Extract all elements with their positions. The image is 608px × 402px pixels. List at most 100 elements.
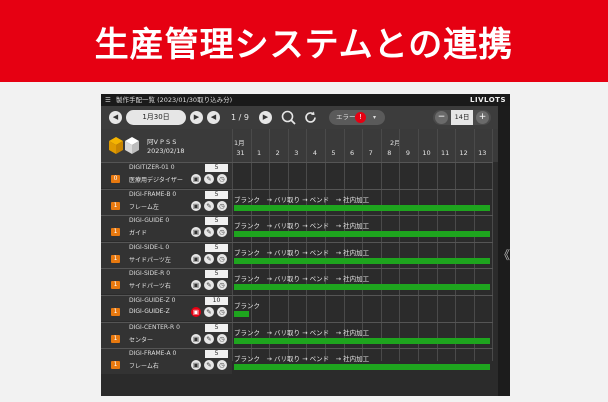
quantity-field[interactable]: 5 — [205, 243, 228, 252]
table-row[interactable]: DIGI-GUIDE-Z 0 1 DIGI-GUIDE-Z 10 ▣ ✎ ◷ ブランク — [101, 295, 498, 321]
folder-icon[interactable]: ▣ — [191, 280, 201, 291]
alarm-clock-icon[interactable]: ◷ — [217, 200, 227, 211]
date-picker[interactable]: 1月30日 — [126, 110, 186, 125]
toolbar: ◀ 1月30日 ▶ ◀ 1 / 9 ▶ エラー ! ▾ − 14日 + — [101, 106, 498, 129]
quantity-field[interactable]: 10 — [205, 297, 228, 305]
part-code: DIGI-CENTER-R 0 — [129, 323, 180, 331]
alarm-clock-icon[interactable]: ◷ — [217, 333, 227, 344]
page-banner-title: 生産管理システムとの連携 — [0, 0, 608, 82]
wrench-icon[interactable]: ✎ — [204, 360, 214, 371]
side-panel-toggle[interactable]: 《 — [498, 106, 510, 396]
process-flow: ブランク → バリ取り → ベンド → 社内加工 — [234, 222, 370, 231]
day-header: 7 — [368, 149, 373, 157]
window-title: 製作手配一覧 (2023/01/30取り込み分) — [116, 96, 233, 104]
row-info: DIGI-CENTER-R 0 1 センター 5 ▣ ✎ ◷ — [101, 321, 232, 348]
part-code: DIGI-GUIDE 0 — [129, 217, 170, 225]
prev-page-button[interactable]: ◀ — [207, 111, 220, 124]
progress-bar[interactable] — [234, 364, 491, 371]
row-timeline: ブランク → バリ取り → ベンド → 社内加工 — [232, 215, 493, 241]
quantity-field[interactable]: 5 — [205, 164, 228, 172]
progress-bar[interactable] — [234, 257, 491, 264]
folder-icon[interactable]: ▣ — [191, 253, 201, 264]
part-name: サイドパーツ右 — [129, 283, 171, 291]
day-header: 13 — [478, 149, 487, 157]
row-timeline: ブランク → バリ取り → ベンド → 社内加工 — [232, 321, 493, 348]
progress-bar[interactable] — [234, 204, 491, 211]
folder-icon[interactable]: ▣ — [191, 307, 201, 317]
row-timeline: ブランク → バリ取り → ベンド → 社内加工 — [232, 348, 493, 374]
alarm-clock-icon[interactable]: ◷ — [217, 280, 227, 291]
folder-icon[interactable]: ▣ — [191, 200, 201, 211]
error-filter[interactable]: エラー ! ▾ — [329, 110, 385, 125]
wrench-icon[interactable]: ✎ — [204, 227, 214, 238]
table-row[interactable]: DIGITIZER-01 0 0 医療用デジタイザー 5 ▣ ✎ ◷ — [101, 162, 498, 188]
wrench-icon[interactable]: ✎ — [204, 174, 214, 184]
search-icon[interactable] — [281, 110, 296, 125]
alarm-clock-icon[interactable]: ◷ — [217, 174, 227, 184]
alarm-clock-icon[interactable]: ◷ — [217, 307, 227, 317]
part-code: DIGI-FRAME-B 0 — [129, 190, 177, 198]
quantity-field[interactable]: 5 — [205, 323, 228, 332]
row-info: DIGI-GUIDE-Z 0 1 DIGI-GUIDE-Z 10 ▣ ✎ ◷ — [101, 295, 232, 321]
part-name: フレーム左 — [129, 203, 159, 211]
row-info: DIGITIZER-01 0 0 医療用デジタイザー 5 ▣ ✎ ◷ — [101, 162, 232, 188]
process-flow: ブランク → バリ取り → ベンド → 社内加工 — [234, 248, 370, 257]
table-row[interactable]: DIGI-SIDE-L 0 1 サイドパーツ左 5 ▣ ✎ ◷ ブランク → バリ取り → ベ… — [101, 241, 498, 268]
table-row[interactable]: DIGI-GUIDE 0 1 ガイド 5 ▣ ✎ ◷ ブランク → バリ取り → ベンド → … — [101, 215, 498, 242]
row-info: DIGI-GUIDE 0 1 ガイド 5 ▣ ✎ ◷ — [101, 215, 232, 242]
alarm-clock-icon[interactable]: ◷ — [217, 253, 227, 264]
quantity-field[interactable]: 5 — [205, 350, 228, 359]
refresh-icon[interactable] — [303, 110, 318, 125]
count-badge: 1 — [111, 281, 120, 290]
prev-date-button[interactable]: ◀ — [109, 111, 122, 124]
count-badge: 1 — [111, 228, 120, 237]
zoom-level: 14日 — [451, 110, 473, 125]
progress-bar[interactable] — [234, 337, 491, 344]
quantity-field[interactable]: 5 — [205, 270, 228, 279]
quantity-field[interactable]: 5 — [205, 217, 228, 226]
wrench-icon[interactable]: ✎ — [204, 307, 214, 317]
process-flow: ブランク — [234, 302, 260, 310]
row-info: DIGI-FRAME-A 0 1 フレーム右 5 ▣ ✎ ◷ — [101, 348, 232, 375]
progress-bar[interactable] — [234, 231, 491, 238]
part-name: ガイド — [129, 230, 148, 238]
count-badge: 0 — [111, 175, 120, 183]
menu-icon[interactable]: ☰ — [105, 94, 111, 106]
folder-icon[interactable]: ▣ — [191, 174, 201, 184]
table-row[interactable]: DIGI-CENTER-R 0 1 センター 5 ▣ ✎ ◷ ブランク → バリ取り → ベン… — [101, 321, 498, 348]
double-chevron-left-icon: 《 — [498, 248, 510, 262]
folder-icon[interactable]: ▣ — [191, 360, 201, 371]
day-header: 4 — [312, 149, 317, 157]
day-header: 31 — [236, 149, 245, 157]
cubes-icon — [109, 137, 139, 154]
zoom-in-button[interactable]: + — [476, 111, 489, 124]
row-info: DIGI-SIDE-L 0 1 サイドパーツ左 5 ▣ ✎ ◷ — [101, 241, 232, 268]
row-timeline: ブランク → バリ取り → ベンド → 社内加工 — [232, 268, 493, 294]
day-header: 11 — [440, 149, 450, 157]
alarm-clock-icon[interactable]: ◷ — [217, 227, 227, 238]
quantity-field[interactable]: 5 — [205, 190, 228, 199]
table-row[interactable]: DIGI-SIDE-R 0 1 サイドパーツ右 5 ▣ ✎ ◷ ブランク → バリ取り → ベ… — [101, 268, 498, 295]
progress-bar[interactable] — [234, 311, 249, 317]
zoom-out-button[interactable]: − — [435, 111, 448, 124]
part-name: サイドパーツ左 — [129, 256, 171, 264]
next-date-button[interactable]: ▶ — [190, 111, 203, 124]
folder-icon[interactable]: ▣ — [191, 227, 201, 238]
wrench-icon[interactable]: ✎ — [204, 333, 214, 344]
folder-icon[interactable]: ▣ — [191, 333, 201, 344]
process-flow: ブランク → バリ取り → ベンド → 社内加工 — [234, 195, 370, 204]
wrench-icon[interactable]: ✎ — [204, 200, 214, 211]
row-timeline: ブランク → バリ取り → ベンド → 社内加工 — [232, 188, 493, 215]
table-row[interactable]: DIGI-FRAME-B 0 1 フレーム左 5 ▣ ✎ ◷ ブランク → バリ取り → ベン… — [101, 188, 498, 215]
count-badge: 1 — [111, 361, 120, 370]
row-info: DIGI-SIDE-R 0 1 サイドパーツ右 5 ▣ ✎ ◷ — [101, 268, 232, 295]
wrench-icon[interactable]: ✎ — [204, 253, 214, 264]
day-header: 5 — [331, 149, 336, 157]
alarm-clock-icon[interactable]: ◷ — [217, 360, 227, 371]
progress-bar[interactable] — [234, 284, 491, 291]
part-code: DIGI-SIDE-R 0 — [129, 270, 171, 278]
wrench-icon[interactable]: ✎ — [204, 280, 214, 291]
next-page-button[interactable]: ▶ — [259, 111, 272, 124]
table-row[interactable]: DIGI-FRAME-A 0 1 フレーム右 5 ▣ ✎ ◷ ブランク → バリ取り → ベン… — [101, 348, 498, 375]
chevron-down-icon: ▾ — [373, 114, 377, 121]
